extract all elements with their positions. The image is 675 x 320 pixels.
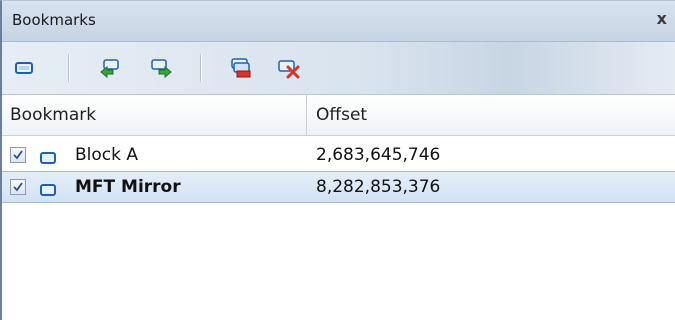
checkmark-icon — [13, 182, 23, 192]
row-checkbox[interactable] — [10, 179, 26, 195]
bookmark-icon — [40, 149, 56, 168]
column-header-bookmark[interactable]: Bookmark — [2, 95, 307, 135]
delete-bookmark-icon[interactable] — [229, 56, 253, 80]
bookmark-offset: 8,282,853,376 — [316, 177, 441, 197]
table-row[interactable]: Block A 2,683,645,746 — [2, 140, 675, 172]
bookmark-offset: 2,683,645,746 — [316, 145, 441, 165]
previous-bookmark-icon[interactable] — [98, 56, 122, 80]
row-checkbox[interactable] — [10, 147, 26, 163]
close-button[interactable]: x — [657, 9, 667, 28]
toolbar — [2, 42, 675, 95]
bookmark-icon — [40, 181, 56, 200]
checkmark-icon — [13, 150, 23, 160]
title-bar: Bookmarks x — [2, 1, 675, 42]
bookmarks-panel: Bookmarks x Bookmark Offset Block A 2,68… — [0, 0, 675, 320]
table-header: Bookmark Offset — [2, 95, 675, 136]
toolbar-separator — [68, 54, 70, 82]
bookmark-name: Block A — [75, 145, 139, 165]
bookmark-name: MFT Mirror — [75, 177, 181, 197]
panel-title: Bookmarks — [12, 11, 96, 29]
table-row-selected[interactable]: MFT Mirror 8,282,853,376 — [2, 171, 675, 203]
toolbar-separator — [200, 54, 202, 82]
clear-bookmarks-icon[interactable] — [277, 56, 301, 80]
column-header-offset[interactable]: Offset — [307, 95, 675, 135]
next-bookmark-icon[interactable] — [150, 56, 174, 80]
bookmark-icon[interactable] — [12, 56, 36, 80]
